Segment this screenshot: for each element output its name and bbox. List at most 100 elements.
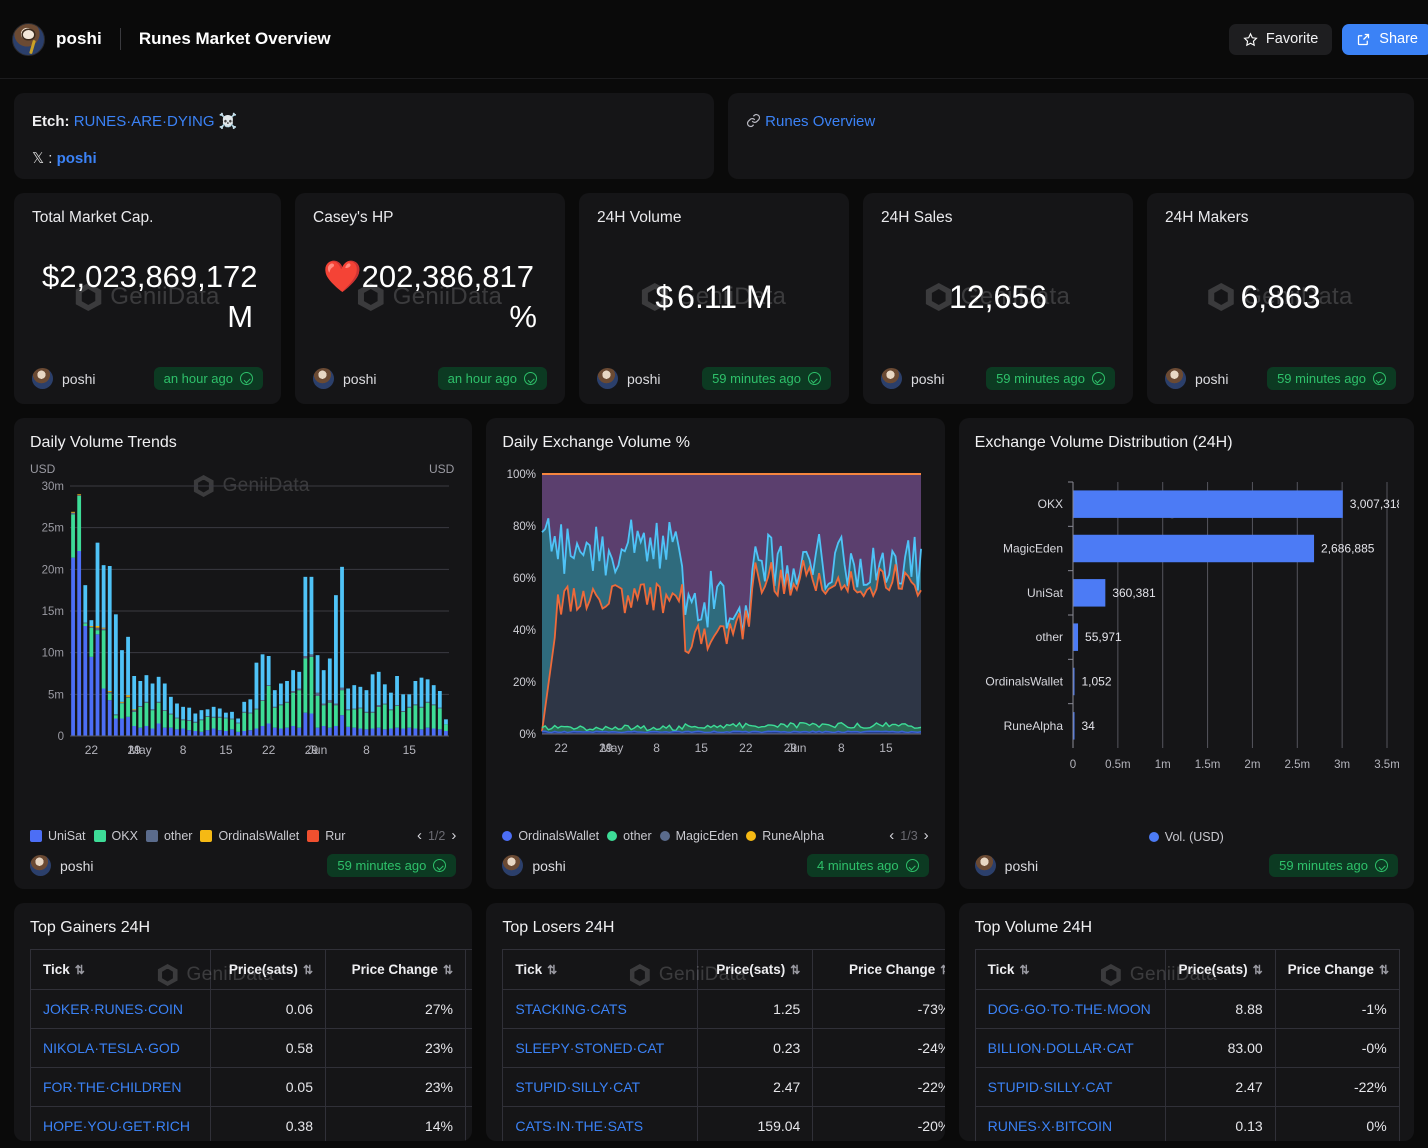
cell-price: 0.05 (211, 1068, 326, 1107)
column-header-tick[interactable]: Tick⇅ (31, 950, 211, 990)
column-header-price[interactable]: Price(sats)⇅ (1165, 950, 1275, 990)
cell-tick[interactable]: SLEEPY·STONED·CAT (503, 1029, 698, 1068)
table-row[interactable]: RUNES·X·BITCOIN0.130% (975, 1107, 1399, 1142)
table-header-row: Tick⇅ Price(sats)⇅ Price Change⇅ V (31, 950, 473, 990)
cell-price: 0.38 (211, 1107, 326, 1142)
legend-item-magiceden[interactable]: MagicEden (660, 829, 739, 843)
runes-overview-link[interactable]: Runes Overview (765, 113, 875, 130)
cell-tick[interactable]: BILLION·DOLLAR·CAT (975, 1029, 1165, 1068)
legend-item-ordinalswallet[interactable]: OrdinalsWallet (502, 829, 599, 843)
legend-next-icon[interactable]: › (924, 827, 929, 844)
legend-item-other[interactable]: other (607, 829, 652, 843)
y-axis-unit-left: USD (30, 462, 55, 476)
legend-item-ordinalswallet[interactable]: OrdinalsWallet (200, 829, 299, 843)
plot-distribution[interactable]: GeniiData 00.5m1m1.5m2m2.5m3m3.5mOKX3,00… (975, 460, 1398, 826)
cell-price: 8.88 (1165, 990, 1275, 1029)
table-row[interactable]: CATS·IN·THE·SATS159.04-20% (503, 1107, 945, 1142)
svg-text:15: 15 (880, 741, 894, 755)
svg-text:1,052: 1,052 (1081, 675, 1111, 689)
svg-text:80%: 80% (513, 521, 536, 533)
cell-volume (466, 1029, 473, 1068)
svg-text:8: 8 (180, 743, 187, 757)
legend-prev-icon[interactable]: ‹ (889, 827, 894, 844)
kpi-timestamp-badge: 59 minutes ago (1267, 367, 1396, 390)
chart-timestamp-badge: 4 minutes ago (807, 854, 929, 877)
kpi-title: 24H Sales (881, 209, 1115, 227)
share-button[interactable]: Share (1342, 24, 1428, 55)
etch-value[interactable]: RUNES·ARE·DYING ☠️ (74, 113, 238, 130)
cell-tick[interactable]: STUPID·SILLY·CAT (975, 1068, 1165, 1107)
links-panel: Runes Overview (728, 93, 1414, 179)
cell-tick[interactable]: JOKER·RUNES·COIN (31, 990, 211, 1029)
legend-prev-icon[interactable]: ‹ (417, 827, 422, 844)
column-header-price[interactable]: Price(sats)⇅ (211, 950, 326, 990)
cell-volume (466, 1068, 473, 1107)
table-row[interactable]: DOG·GO·TO·THE·MOON8.88-1% (975, 990, 1399, 1029)
favorite-button[interactable]: Favorite (1229, 24, 1332, 55)
table-row[interactable]: STUPID·SILLY·CAT2.47-22% (975, 1068, 1399, 1107)
cell-price: 0.13 (1165, 1107, 1275, 1142)
kpi-value-wrap: ❤️202,386,817% (313, 257, 547, 337)
legend-item-rur[interactable]: Rur (307, 829, 345, 843)
legend-page-indicator: 1/2 (428, 829, 445, 843)
table-row[interactable]: HOPE·YOU·GET·RICH0.3814% (31, 1107, 473, 1142)
chart-user: poshi (1005, 858, 1038, 874)
svg-text:MagicEden: MagicEden (1003, 542, 1063, 556)
svg-text:25m: 25m (42, 523, 64, 535)
svg-text:10m: 10m (42, 648, 64, 660)
svg-text:20%: 20% (513, 677, 536, 689)
column-header-tick[interactable]: Tick⇅ (975, 950, 1165, 990)
legend-item-other[interactable]: other (146, 829, 193, 843)
svg-text:55,971: 55,971 (1085, 630, 1122, 644)
chart-title: Daily Exchange Volume % (502, 434, 928, 452)
cell-tick[interactable]: FOR·THE·CHILDREN (31, 1068, 211, 1107)
check-circle-icon (1373, 372, 1386, 385)
column-header-tick[interactable]: Tick⇅ (503, 950, 698, 990)
x-handle[interactable]: poshi (57, 150, 97, 167)
header-divider (120, 28, 121, 50)
legend-label: OrdinalsWallet (218, 829, 299, 843)
table-row[interactable]: BILLION·DOLLAR·CAT83.00-0% (975, 1029, 1399, 1068)
legend-item-runealpha[interactable]: RuneAlpha (746, 829, 824, 843)
column-header-price-change[interactable]: Price Change⇅ (326, 950, 466, 990)
plot-daily-volume-trends[interactable]: USD USD GeniiData 05m10m15m20m25m30m2229… (30, 460, 456, 823)
cell-tick[interactable]: STACKING·CATS (503, 990, 698, 1029)
cell-tick[interactable]: RUNES·X·BITCOIN (975, 1107, 1165, 1142)
legend-item-okx[interactable]: OKX (94, 829, 138, 843)
column-header-volume[interactable]: V (466, 950, 473, 990)
kpi-body: GeniiData 6,863 (1165, 227, 1396, 367)
legend-swatch (30, 830, 42, 842)
column-header-price[interactable]: Price(sats)⇅ (698, 950, 813, 990)
tables-row: Top Gainers 24H GeniiData Tick⇅ Price(sa… (14, 903, 1414, 1141)
column-header-price-change[interactable]: Price Change⇅ (813, 950, 945, 990)
legend-item-vol-usd[interactable]: Vol. (USD) (1149, 830, 1224, 844)
cell-tick[interactable]: STUPID·SILLY·CAT (503, 1068, 698, 1107)
cell-tick[interactable]: CATS·IN·THE·SATS (503, 1107, 698, 1142)
cell-tick[interactable]: NIKOLA·TESLA·GOD (31, 1029, 211, 1068)
table-row[interactable]: JOKER·RUNES·COIN0.0627% (31, 990, 473, 1029)
svg-text:1m: 1m (1154, 759, 1170, 771)
table-row[interactable]: FOR·THE·CHILDREN0.0523% (31, 1068, 473, 1107)
table-row[interactable]: NIKOLA·TESLA·GOD0.5823% (31, 1029, 473, 1068)
avatar (1165, 368, 1186, 389)
table-row[interactable]: STUPID·SILLY·CAT2.47-22% (503, 1068, 945, 1107)
cell-tick[interactable]: DOG·GO·TO·THE·MOON (975, 990, 1165, 1029)
brand-name: poshi (56, 29, 102, 49)
svg-text:UniSat: UniSat (1027, 586, 1064, 600)
table-header-row: Tick⇅ Price(sats)⇅ Price Change⇅ (503, 950, 945, 990)
legend-item-unisat[interactable]: UniSat (30, 829, 86, 843)
chart-timestamp-badge: 59 minutes ago (327, 854, 456, 877)
legend-next-icon[interactable]: › (451, 827, 456, 844)
chart-title: Daily Volume Trends (30, 434, 456, 452)
plot-exchange-pct[interactable]: GeniiData 0%20%40%60%80%100%2229May81522… (502, 460, 928, 823)
table-row[interactable]: SLEEPY·STONED·CAT0.23-24% (503, 1029, 945, 1068)
column-header-price-change[interactable]: Price Change⇅ (1275, 950, 1399, 990)
kpi-prefix: ❤️ (323, 259, 362, 294)
link-icon (746, 111, 761, 126)
charts-row: Daily Volume Trends USD USD GeniiData 05… (14, 418, 1414, 889)
svg-text:8: 8 (363, 743, 370, 757)
kpi-title: 24H Makers (1165, 209, 1396, 227)
table-row[interactable]: STACKING·CATS1.25-73% (503, 990, 945, 1029)
cell-tick[interactable]: HOPE·YOU·GET·RICH (31, 1107, 211, 1142)
kpi-time: 59 minutes ago (996, 371, 1085, 386)
